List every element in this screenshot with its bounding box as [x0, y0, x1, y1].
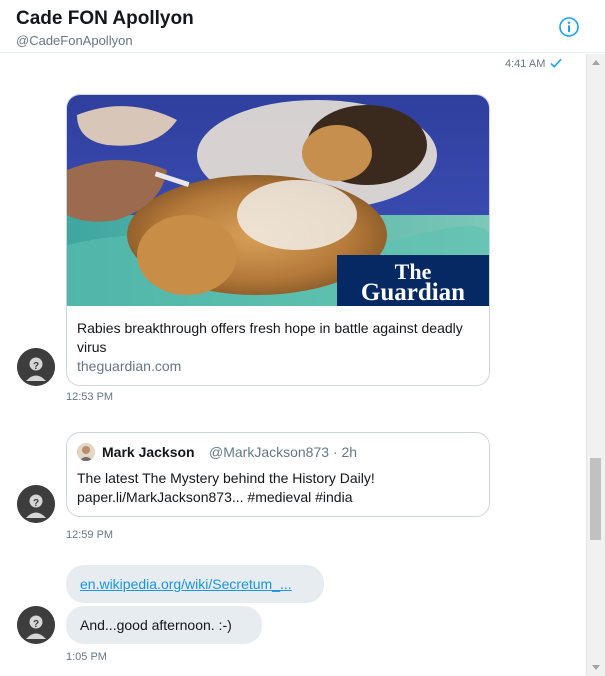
wikipedia-link[interactable]: en.wikipedia.org/wiki/Secretum_... [80, 576, 292, 592]
contact-handle[interactable]: @CadeFonApollyon [16, 33, 133, 48]
scrollbar[interactable] [586, 54, 605, 676]
article-image: The Guardian [67, 95, 489, 306]
message-timestamp: 1:05 PM [66, 651, 107, 663]
incognito-avatar-icon: ? [17, 606, 55, 644]
message-timestamp: 12:53 PM [66, 391, 114, 403]
scrollbar-thumb[interactable] [590, 458, 601, 540]
conversation-header: Cade FON Apollyon @CadeFonApollyon [0, 0, 605, 53]
article-title: Rabies breakthrough offers fresh hope in… [77, 320, 463, 355]
link-preview-card[interactable]: The Guardian Rabies breakthrough offers … [66, 94, 490, 386]
svg-text:?: ? [33, 498, 39, 509]
message-text: And...good afternoon. :-) [80, 617, 232, 633]
quoted-tweet-card[interactable]: Mark Jackson @MarkJackson873 · 2h The la… [66, 432, 490, 517]
message-timestamp: 12:59 PM [66, 529, 114, 541]
svg-text:Guardian: Guardian [361, 279, 465, 306]
svg-text:?: ? [33, 361, 39, 372]
message-timestamp: 4:41 AM [505, 58, 563, 70]
message-bubble: en.wikipedia.org/wiki/Secretum_... [66, 565, 324, 603]
scroll-up-arrow-icon[interactable] [592, 60, 600, 65]
contact-name[interactable]: Cade FON Apollyon [16, 8, 194, 30]
avatar[interactable]: ? [17, 485, 55, 523]
article-domain: theguardian.com [77, 358, 182, 374]
quoted-user-handle: @MarkJackson873 · 2h [209, 444, 358, 460]
avatar[interactable]: ? [17, 606, 55, 644]
incognito-avatar-icon: ? [17, 485, 55, 523]
svg-text:?: ? [33, 619, 39, 630]
quoted-tweet-text: The latest The Mystery behind the Histor… [77, 470, 375, 505]
message-list[interactable]: 4:41 AM The Guardian Rabies breakthrough… [0, 54, 586, 676]
incognito-avatar-icon: ? [17, 348, 55, 386]
quoted-user-name: Mark Jackson [102, 444, 195, 460]
message-bubble: And...good afternoon. :-) [66, 606, 262, 644]
info-icon[interactable] [559, 17, 579, 37]
scroll-down-arrow-icon[interactable] [592, 665, 600, 670]
check-icon [550, 58, 563, 68]
quoted-user-avatar [77, 443, 95, 461]
avatar[interactable]: ? [17, 348, 55, 386]
